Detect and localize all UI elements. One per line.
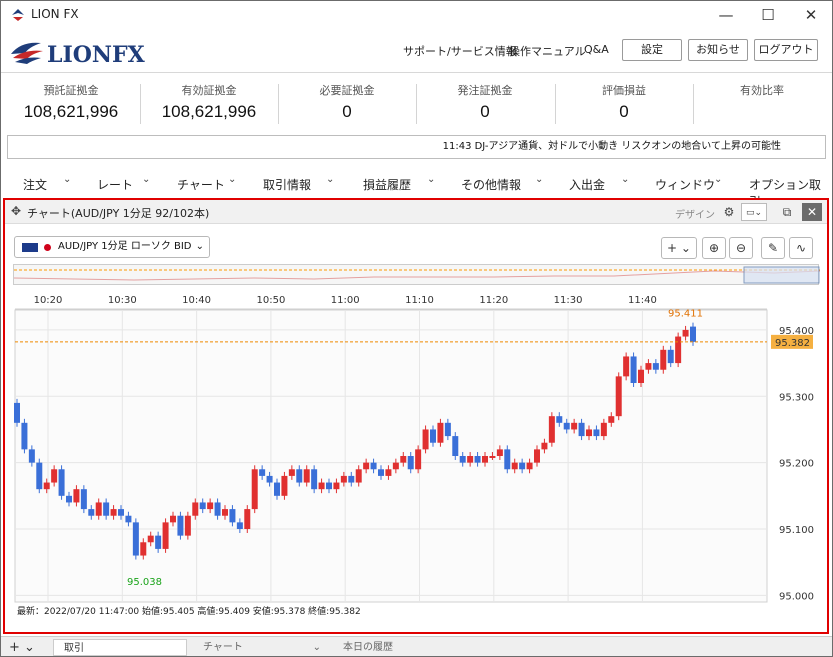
stat-order-margin: 発注証拠金 0: [425, 82, 545, 126]
qa-link[interactable]: Q&A: [584, 43, 609, 56]
chevron-down-icon: ⌄: [427, 174, 436, 185]
main-menu: 注文 ⌄ レート ⌄ チャート ⌄ 取引情報 ⌄ 損益履歴 ⌄ その他情報 ⌄ 入出金 ⌄ ウ…: [1, 171, 832, 209]
stat-value: 0: [480, 102, 490, 121]
stat-unrealized-pl: 評価損益 0: [564, 82, 684, 126]
chevron-down-icon: ⌄: [63, 174, 72, 185]
close-button[interactable]: ✕: [796, 5, 826, 25]
menu-rate[interactable]: レート: [97, 176, 133, 193]
maximize-button[interactable]: ☐: [753, 5, 783, 25]
tab-today-history[interactable]: 本日の履歴: [333, 639, 467, 656]
logout-button[interactable]: ログアウト: [754, 39, 818, 61]
menu-trade-info[interactable]: 取引情報: [263, 176, 311, 193]
stat-value: 108,621,996: [23, 102, 119, 121]
menu-window[interactable]: ウィンドウ: [655, 176, 715, 193]
title-bar: LION FX — ☐ ✕: [1, 1, 832, 29]
stat-label: 預託証拠金: [43, 84, 99, 97]
news-text: 11:43 DJ-アジア通貨、対ドルで小動き リスクオンの地合いて上昇の可能性: [442, 141, 781, 152]
stat-effective-margin: 有効証拠金 108,621,996: [149, 82, 269, 126]
stat-value: 0: [342, 102, 352, 121]
menu-pl-history[interactable]: 損益履歴: [363, 176, 411, 193]
tab-chart-label: チャート: [203, 642, 243, 653]
stat-value: 108,621,996: [161, 102, 257, 121]
stat-deposit: 預託証拠金 108,621,996: [11, 82, 131, 126]
menu-other-info[interactable]: その他情報: [461, 176, 521, 193]
stat-label: 評価損益: [602, 84, 646, 97]
bottom-tab-bar: + ⌄ 取引 チャート ⌄ 本日の履歴: [1, 636, 832, 656]
tab-today-history-label: 本日の履歴: [343, 642, 393, 653]
chevron-down-icon: ⌄: [621, 174, 630, 185]
stat-label: 発注証拠金: [457, 84, 513, 97]
chevron-down-icon: ⌄: [535, 174, 544, 185]
window-title: LION FX: [31, 7, 79, 21]
stat-label: 必要証拠金: [319, 84, 375, 97]
tab-trade[interactable]: 取引: [53, 639, 187, 656]
notices-button[interactable]: お知らせ: [688, 39, 748, 61]
stat-value: 0: [619, 102, 629, 121]
lion-app-icon: [12, 9, 24, 21]
settings-button[interactable]: 設定: [622, 39, 682, 61]
support-link[interactable]: サポート/サービス情報: [403, 43, 517, 59]
add-tab-icon[interactable]: + ⌄: [9, 639, 35, 656]
tab-trade-label: 取引: [64, 643, 84, 654]
stat-margin-ratio: 有効比率: [702, 82, 822, 126]
stat-required-margin: 必要証拠金 0: [287, 82, 407, 126]
chevron-down-icon: ⌄: [714, 174, 723, 185]
account-stats: 預託証拠金 108,621,996 有効証拠金 108,621,996 必要証拠…: [1, 74, 832, 132]
stat-label: 有効比率: [740, 84, 784, 97]
menu-order[interactable]: 注文: [23, 176, 47, 193]
chevron-down-icon: ⌄: [142, 174, 151, 185]
minimize-button[interactable]: —: [711, 5, 741, 25]
stat-label: 有効証拠金: [181, 84, 237, 97]
chevron-down-icon: ⌄: [228, 174, 237, 185]
news-ticker[interactable]: 11:43 DJ-アジア通貨、対ドルで小動き リスクオンの地合いて上昇の可能性: [7, 135, 826, 159]
chevron-down-icon: ⌄: [326, 174, 335, 185]
highlight-frame: [3, 198, 829, 634]
lionfx-logo: LIONFX: [11, 42, 146, 68]
tab-chart[interactable]: チャート ⌄: [193, 639, 327, 656]
app-header: LIONFX サポート/サービス情報 操作マニュアル Q&A 設定 お知らせ ロ…: [1, 29, 832, 73]
manual-link[interactable]: 操作マニュアル: [509, 43, 586, 59]
svg-text:LIONFX: LIONFX: [47, 42, 146, 68]
menu-chart[interactable]: チャート: [177, 176, 225, 193]
menu-deposit[interactable]: 入出金: [569, 176, 605, 193]
chevron-down-icon: ⌄: [312, 642, 321, 653]
